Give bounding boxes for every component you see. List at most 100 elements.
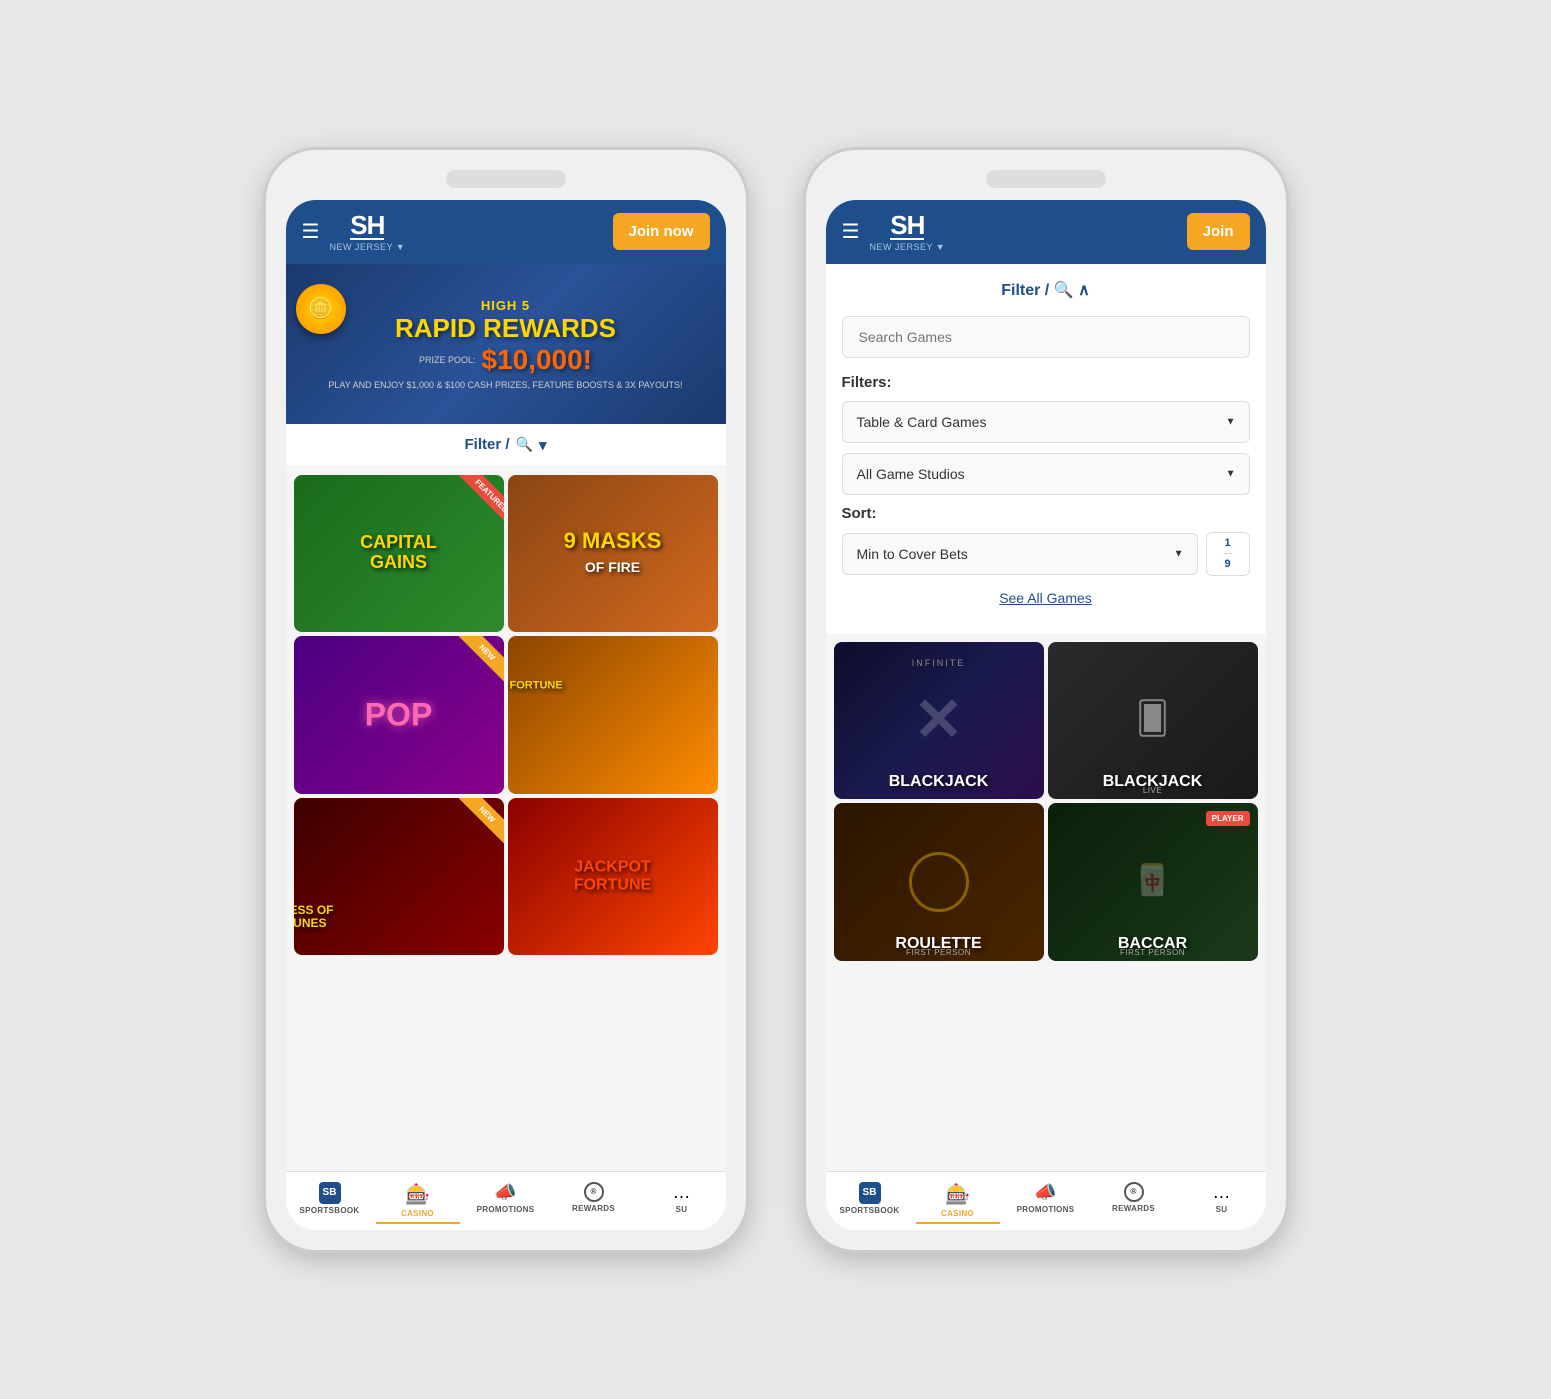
left-phone-screen: ☰ SH NEW JERSEY ▼ Join now 🪙 HIGH 5 RAPI… [286, 200, 726, 1230]
banner-subtitle: PLAY AND ENJOY $1,000 & $100 CASH PRIZES… [328, 380, 682, 390]
right-casino-icon: 🎰 [945, 1182, 970, 1207]
game-card-stallion[interactable]: STALLION FORTUNE [508, 636, 718, 794]
baccarat-chips-icon: 🀄 [1134, 863, 1171, 898]
game-card-blackjack-live[interactable]: 🂠 Blackjack Live [1048, 642, 1258, 800]
studio-value: All Game Studios [857, 466, 965, 482]
sort-order-button[interactable]: 1 — 9 [1206, 532, 1250, 576]
right-header-left: ☰ SH NEW JERSEY ▼ [842, 212, 946, 252]
phone-notch-right [986, 170, 1106, 188]
left-join-button[interactable]: Join now [613, 213, 710, 250]
banner-prize-label: PRIZE POOL: [419, 355, 476, 365]
search-games-input[interactable] [842, 316, 1250, 358]
right-phone: ☰ SH NEW JERSEY ▼ Join Filter / 🔍 [806, 150, 1286, 1250]
filter-label: Filter / [465, 436, 510, 453]
card-suit-icon: 🂠 [1136, 699, 1169, 737]
right-header: ☰ SH NEW JERSEY ▼ Join [826, 200, 1266, 264]
left-games-grid: FEATURED CAPITALGAINS 9 MASKSOF FIRE NEW… [286, 467, 726, 964]
logo-sh: SH [350, 212, 384, 240]
game-card-9masks[interactable]: 9 MASKSOF FIRE [508, 475, 718, 633]
sportsbook-icon: SB [319, 1182, 341, 1204]
nav-promotions-right[interactable]: 📣 PROMOTIONS [1002, 1178, 1090, 1228]
game-card-roulette[interactable]: ROULETTE FIRST PERSON [834, 803, 1044, 961]
left-bottom-nav: SB SPORTSBOOK 🎰 CASINO 📣 PROMOTIONS ® RE… [286, 1171, 726, 1230]
hamburger-icon[interactable]: ☰ [302, 219, 320, 244]
roulette-wheel-icon [909, 852, 969, 912]
banner-title: RAPID REWARDS [328, 313, 682, 344]
right-hamburger-icon[interactable]: ☰ [842, 219, 860, 244]
banner-prize-amount: $10,000! [481, 344, 592, 376]
nav-casino-right[interactable]: 🎰 CASINO [914, 1178, 1002, 1228]
nav-rewards-left[interactable]: ® REWARDS [550, 1178, 638, 1228]
game-title-goddess: GODDESS OFFORTUNES [294, 903, 399, 929]
more-icon: … [673, 1182, 691, 1203]
left-filter-bar: Filter / 🔍 ▾ [286, 424, 726, 467]
casino-active-bar [376, 1222, 460, 1224]
right-sportsbook-icon: SB [859, 1182, 881, 1204]
banner-tag: HIGH 5 [328, 298, 682, 313]
sort-label: Sort: [842, 505, 1250, 522]
featured-badge: FEATURED [456, 475, 504, 522]
left-banner: 🪙 HIGH 5 RAPID REWARDS PRIZE POOL: $10,0… [286, 264, 726, 424]
nav-more-right[interactable]: … SU [1178, 1178, 1266, 1228]
nav-rewards-right[interactable]: ® REWARDS [1090, 1178, 1178, 1228]
right-logo-block: SH NEW JERSEY ▼ [869, 212, 945, 252]
casino-icon: 🎰 [405, 1182, 430, 1207]
game-title-blackjack-infinite: BLACKJACK [834, 773, 1044, 791]
filter-search-icon: 🔍 [516, 436, 533, 453]
filter-search-icon-right: 🔍 [1054, 282, 1078, 299]
nav-sportsbook-right[interactable]: SB SPORTSBOOK [826, 1178, 914, 1228]
game-type-select[interactable]: Table & Card Games [842, 401, 1250, 443]
game-subtitle-roulette: FIRST PERSON [834, 948, 1044, 961]
phone-notch-left [446, 170, 566, 188]
right-more-icon: … [1213, 1182, 1231, 1203]
filters-label: Filters: [842, 374, 1250, 391]
left-phone: ☰ SH NEW JERSEY ▼ Join now 🪙 HIGH 5 RAPI… [266, 150, 746, 1250]
new-badge-goddess: NEW [456, 798, 504, 845]
game-type-wrapper: Table & Card Games ▼ [842, 401, 1250, 443]
sort-order-top: 1 [1224, 537, 1230, 549]
game-type-value: Table & Card Games [857, 414, 987, 430]
right-bottom-nav: SB SPORTSBOOK 🎰 CASINO 📣 PROMOTIONS ® RE… [826, 1171, 1266, 1230]
banner-coin: 🪙 [296, 284, 346, 334]
left-main-content: Filter / 🔍 ▾ FEATURED CAPITALGAINS 9 MAS… [286, 424, 726, 1171]
blackjack-x-decoration: ✕ [913, 685, 963, 755]
right-casino-active-bar [916, 1222, 1000, 1224]
left-filter-toggle[interactable]: Filter / 🔍 ▾ [298, 436, 714, 454]
right-rewards-icon: ® [1124, 1182, 1144, 1202]
game-title-jackpot: JACKPOTFORTUNE [574, 859, 651, 894]
filter-section: Filter / 🔍 ∧ Filters: Table & Card Games… [826, 264, 1266, 634]
filter-section-title: Filter / 🔍 ∧ [1001, 282, 1090, 299]
game-card-baccarat[interactable]: PLAYER 🀄 BACCAR FIRST PERSON [1048, 803, 1258, 961]
studio-select[interactable]: All Game Studios [842, 453, 1250, 495]
game-card-capital-gains[interactable]: FEATURED CAPITALGAINS [294, 475, 504, 633]
sort-select[interactable]: Min to Cover Bets [842, 533, 1198, 575]
sort-order-divider: — [1224, 549, 1232, 558]
promotions-icon: 📣 [494, 1182, 516, 1203]
banner-content: HIGH 5 RAPID REWARDS PRIZE POOL: $10,000… [328, 298, 682, 390]
game-title-capital-gains: CAPITALGAINS [360, 533, 437, 573]
right-nav-sportsbook-label: SPORTSBOOK [840, 1206, 900, 1215]
left-header: ☰ SH NEW JERSEY ▼ Join now [286, 200, 726, 264]
right-phone-screen: ☰ SH NEW JERSEY ▼ Join Filter / 🔍 [826, 200, 1266, 1230]
nav-rewards-label: REWARDS [572, 1204, 615, 1213]
game-card-pop[interactable]: NEW POP [294, 636, 504, 794]
right-logo-sh: SH [890, 212, 924, 240]
game-card-jackpot[interactable]: JACKPOTFORTUNE [508, 798, 718, 956]
see-all-games-link[interactable]: See All Games [842, 590, 1250, 606]
nav-casino-left[interactable]: 🎰 CASINO [374, 1178, 462, 1228]
right-logo-state: NEW JERSEY ▼ [869, 242, 945, 252]
game-title-pop: POP [365, 697, 433, 732]
nav-more-label: SU [676, 1205, 688, 1214]
filter-chevron: ▾ [539, 436, 547, 454]
right-games-grid: ✕ INFINITE BLACKJACK 🂠 Blackjack Live RO… [826, 634, 1266, 969]
studio-wrapper: All Game Studios ▼ [842, 453, 1250, 495]
sort-order-bottom: 9 [1224, 558, 1230, 570]
nav-sportsbook-left[interactable]: SB SPORTSBOOK [286, 1178, 374, 1228]
nav-promotions-left[interactable]: 📣 PROMOTIONS [462, 1178, 550, 1228]
game-card-infinite-blackjack[interactable]: ✕ INFINITE BLACKJACK [834, 642, 1044, 800]
right-nav-rewards-label: REWARDS [1112, 1204, 1155, 1213]
game-card-goddess[interactable]: NEW GODDESS OFFORTUNES [294, 798, 504, 956]
sort-value: Min to Cover Bets [857, 546, 968, 562]
nav-more-left[interactable]: … SU [638, 1178, 726, 1228]
right-join-button[interactable]: Join [1187, 213, 1250, 250]
